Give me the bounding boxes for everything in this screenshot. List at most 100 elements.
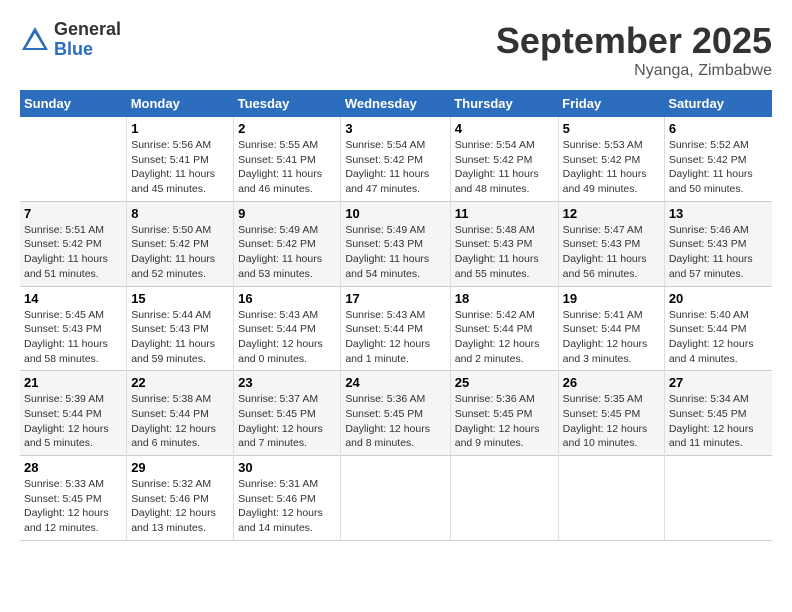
day-number: 26 bbox=[563, 375, 660, 390]
calendar-cell: 13 Sunrise: 5:46 AMSunset: 5:43 PMDayligh… bbox=[664, 201, 772, 286]
logo-general: General bbox=[54, 20, 121, 40]
day-number: 21 bbox=[24, 375, 122, 390]
day-number: 11 bbox=[455, 206, 554, 221]
day-number: 2 bbox=[238, 121, 336, 136]
location-subtitle: Nyanga, Zimbabwe bbox=[496, 62, 772, 80]
day-number: 6 bbox=[669, 121, 768, 136]
day-number: 1 bbox=[131, 121, 229, 136]
day-number: 15 bbox=[131, 291, 229, 306]
day-info: Sunrise: 5:31 AMSunset: 5:46 PMDaylight:… bbox=[238, 477, 336, 536]
day-number: 23 bbox=[238, 375, 336, 390]
calendar-cell: 6 Sunrise: 5:52 AMSunset: 5:42 PMDaylight… bbox=[664, 117, 772, 201]
day-number: 17 bbox=[345, 291, 445, 306]
day-number: 12 bbox=[563, 206, 660, 221]
day-info: Sunrise: 5:46 AMSunset: 5:43 PMDaylight:… bbox=[669, 223, 768, 282]
calendar-cell: 24 Sunrise: 5:36 AMSunset: 5:45 PMDayligh… bbox=[341, 371, 450, 456]
day-info: Sunrise: 5:50 AMSunset: 5:42 PMDaylight:… bbox=[131, 223, 229, 282]
logo-text: General Blue bbox=[54, 20, 121, 60]
day-info: Sunrise: 5:33 AMSunset: 5:45 PMDaylight:… bbox=[24, 477, 122, 536]
day-info: Sunrise: 5:54 AMSunset: 5:42 PMDaylight:… bbox=[345, 138, 445, 197]
calendar-cell: 19 Sunrise: 5:41 AMSunset: 5:44 PMDayligh… bbox=[558, 286, 664, 371]
calendar-cell: 29Sunrise: 5:32 AMSunset: 5:46 PMDayligh… bbox=[127, 456, 234, 541]
calendar-cell: 25 Sunrise: 5:36 AMSunset: 5:45 PMDayligh… bbox=[450, 371, 558, 456]
calendar-cell: 12 Sunrise: 5:47 AMSunset: 5:43 PMDayligh… bbox=[558, 201, 664, 286]
calendar-cell: 15 Sunrise: 5:44 AMSunset: 5:43 PMDayligh… bbox=[127, 286, 234, 371]
day-info: Sunrise: 5:32 AMSunset: 5:46 PMDaylight:… bbox=[131, 477, 229, 536]
calendar-cell: 16Sunrise: 5:43 AMSunset: 5:44 PMDayligh… bbox=[234, 286, 341, 371]
logo-icon bbox=[20, 25, 50, 55]
page-header: General Blue September 2025 Nyanga, Zimb… bbox=[20, 20, 772, 80]
day-info: Sunrise: 5:49 AMSunset: 5:43 PMDaylight:… bbox=[345, 223, 445, 282]
calendar-cell: 7 Sunrise: 5:51 AMSunset: 5:42 PMDaylight… bbox=[20, 201, 127, 286]
calendar-week-2: 14Sunrise: 5:45 AMSunset: 5:43 PMDayligh… bbox=[20, 286, 772, 371]
day-info: Sunrise: 5:39 AMSunset: 5:44 PMDaylight:… bbox=[24, 392, 122, 451]
calendar-week-4: 28 Sunrise: 5:33 AMSunset: 5:45 PMDayligh… bbox=[20, 456, 772, 541]
day-number: 19 bbox=[563, 291, 660, 306]
calendar-cell: 30 Sunrise: 5:31 AMSunset: 5:46 PMDayligh… bbox=[234, 456, 341, 541]
logo: General Blue bbox=[20, 20, 121, 60]
title-block: September 2025 Nyanga, Zimbabwe bbox=[496, 20, 772, 80]
day-number: 18 bbox=[455, 291, 554, 306]
calendar-cell: 8 Sunrise: 5:50 AMSunset: 5:42 PMDaylight… bbox=[127, 201, 234, 286]
day-info: Sunrise: 5:36 AMSunset: 5:45 PMDaylight:… bbox=[455, 392, 554, 451]
calendar-week-3: 21 Sunrise: 5:39 AMSunset: 5:44 PMDayligh… bbox=[20, 371, 772, 456]
day-info: Sunrise: 5:48 AMSunset: 5:43 PMDaylight:… bbox=[455, 223, 554, 282]
day-number: 14 bbox=[24, 291, 122, 306]
day-info: Sunrise: 5:49 AMSunset: 5:42 PMDaylight:… bbox=[238, 223, 336, 282]
calendar-week-0: 1Sunrise: 5:56 AMSunset: 5:41 PMDaylight… bbox=[20, 117, 772, 201]
calendar-cell: 22 Sunrise: 5:38 AMSunset: 5:44 PMDayligh… bbox=[127, 371, 234, 456]
day-number: 3 bbox=[345, 121, 445, 136]
day-info: Sunrise: 5:37 AMSunset: 5:45 PMDaylight:… bbox=[238, 392, 336, 451]
calendar-cell: 1Sunrise: 5:56 AMSunset: 5:41 PMDaylight… bbox=[127, 117, 234, 201]
day-info: Sunrise: 5:47 AMSunset: 5:43 PMDaylight:… bbox=[563, 223, 660, 282]
day-number: 25 bbox=[455, 375, 554, 390]
day-info: Sunrise: 5:38 AMSunset: 5:44 PMDaylight:… bbox=[131, 392, 229, 451]
header-tuesday: Tuesday bbox=[234, 90, 341, 117]
day-info: Sunrise: 5:43 AMSunset: 5:44 PMDaylight:… bbox=[238, 308, 336, 367]
calendar-cell: 2Sunrise: 5:55 AMSunset: 5:41 PMDaylight… bbox=[234, 117, 341, 201]
logo-blue: Blue bbox=[54, 40, 121, 60]
header-sunday: Sunday bbox=[20, 90, 127, 117]
calendar-cell: 4 Sunrise: 5:54 AMSunset: 5:42 PMDaylight… bbox=[450, 117, 558, 201]
day-number: 22 bbox=[131, 375, 229, 390]
day-number: 5 bbox=[563, 121, 660, 136]
day-info: Sunrise: 5:54 AMSunset: 5:42 PMDaylight:… bbox=[455, 138, 554, 197]
day-info: Sunrise: 5:41 AMSunset: 5:44 PMDaylight:… bbox=[563, 308, 660, 367]
day-number: 20 bbox=[669, 291, 768, 306]
day-number: 27 bbox=[669, 375, 768, 390]
day-number: 8 bbox=[131, 206, 229, 221]
day-info: Sunrise: 5:51 AMSunset: 5:42 PMDaylight:… bbox=[24, 223, 122, 282]
day-number: 13 bbox=[669, 206, 768, 221]
calendar-table: SundayMondayTuesdayWednesdayThursdayFrid… bbox=[20, 90, 772, 541]
calendar-cell: 11 Sunrise: 5:48 AMSunset: 5:43 PMDayligh… bbox=[450, 201, 558, 286]
calendar-cell: 14Sunrise: 5:45 AMSunset: 5:43 PMDayligh… bbox=[20, 286, 127, 371]
day-info: Sunrise: 5:52 AMSunset: 5:42 PMDaylight:… bbox=[669, 138, 768, 197]
day-info: Sunrise: 5:40 AMSunset: 5:44 PMDaylight:… bbox=[669, 308, 768, 367]
day-number: 28 bbox=[24, 460, 122, 475]
day-info: Sunrise: 5:53 AMSunset: 5:42 PMDaylight:… bbox=[563, 138, 660, 197]
month-title: September 2025 bbox=[496, 20, 772, 62]
day-number: 7 bbox=[24, 206, 122, 221]
calendar-cell bbox=[558, 456, 664, 541]
calendar-cell: 3 Sunrise: 5:54 AMSunset: 5:42 PMDaylight… bbox=[341, 117, 450, 201]
calendar-header-row: SundayMondayTuesdayWednesdayThursdayFrid… bbox=[20, 90, 772, 117]
calendar-cell: 5 Sunrise: 5:53 AMSunset: 5:42 PMDaylight… bbox=[558, 117, 664, 201]
day-number: 9 bbox=[238, 206, 336, 221]
calendar-cell: 20 Sunrise: 5:40 AMSunset: 5:44 PMDayligh… bbox=[664, 286, 772, 371]
day-info: Sunrise: 5:42 AMSunset: 5:44 PMDaylight:… bbox=[455, 308, 554, 367]
day-info: Sunrise: 5:43 AMSunset: 5:44 PMDaylight:… bbox=[345, 308, 445, 367]
calendar-cell bbox=[20, 117, 127, 201]
calendar-week-1: 7 Sunrise: 5:51 AMSunset: 5:42 PMDaylight… bbox=[20, 201, 772, 286]
calendar-cell: 26Sunrise: 5:35 AMSunset: 5:45 PMDayligh… bbox=[558, 371, 664, 456]
day-number: 30 bbox=[238, 460, 336, 475]
day-info: Sunrise: 5:34 AMSunset: 5:45 PMDaylight:… bbox=[669, 392, 768, 451]
day-info: Sunrise: 5:44 AMSunset: 5:43 PMDaylight:… bbox=[131, 308, 229, 367]
day-number: 24 bbox=[345, 375, 445, 390]
day-info: Sunrise: 5:36 AMSunset: 5:45 PMDaylight:… bbox=[345, 392, 445, 451]
header-saturday: Saturday bbox=[664, 90, 772, 117]
day-number: 4 bbox=[455, 121, 554, 136]
calendar-cell: 23 Sunrise: 5:37 AMSunset: 5:45 PMDayligh… bbox=[234, 371, 341, 456]
calendar-cell bbox=[664, 456, 772, 541]
calendar-cell bbox=[341, 456, 450, 541]
calendar-cell: 21 Sunrise: 5:39 AMSunset: 5:44 PMDayligh… bbox=[20, 371, 127, 456]
